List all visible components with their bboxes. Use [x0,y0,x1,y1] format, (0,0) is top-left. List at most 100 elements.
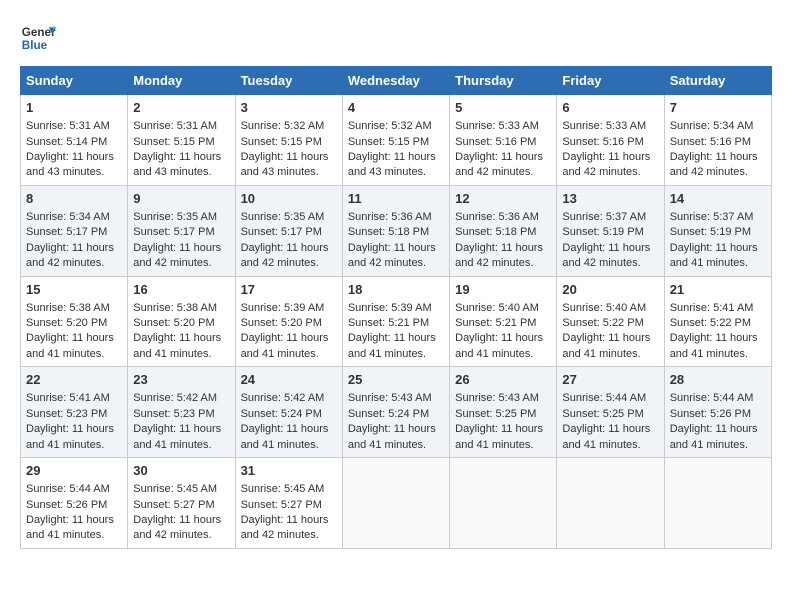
calendar-cell: 7 Sunrise: 5:34 AM Sunset: 5:16 PM Daylight… [664,95,771,186]
sunset-text: Sunset: 5:17 PM [241,226,322,238]
calendar-cell: 28 Sunrise: 5:44 AM Sunset: 5:26 PM Dayligh… [664,367,771,458]
day-number: 28 [670,371,766,389]
sunset-text: Sunset: 5:27 PM [133,499,214,511]
daylight-text: Daylight: 11 hours and 41 minutes. [26,423,114,450]
sunrise-text: Sunrise: 5:34 AM [670,120,754,132]
daylight-text: Daylight: 11 hours and 42 minutes. [241,242,329,269]
calendar-cell [664,458,771,549]
calendar-cell: 6Sunrise: 5:33 AMSunset: 5:16 PMDaylight… [557,95,664,186]
day-number: 30 [133,462,229,480]
calendar-cell: 8Sunrise: 5:34 AMSunset: 5:17 PMDaylight… [21,185,128,276]
calendar-cell [557,458,664,549]
daylight-text: Daylight: 11 hours and 42 minutes. [670,151,758,178]
daylight-text: Daylight: 11 hours and 43 minutes. [133,151,221,178]
sunset-text: Sunset: 5:26 PM [26,499,107,511]
sunset-text: Sunset: 5:23 PM [133,408,214,420]
calendar-cell: 3Sunrise: 5:32 AMSunset: 5:15 PMDaylight… [235,95,342,186]
sunrise-text: Sunrise: 5:33 AM [562,120,646,132]
calendar-cell: 29Sunrise: 5:44 AMSunset: 5:26 PMDayligh… [21,458,128,549]
daylight-text: Daylight: 11 hours and 41 minutes. [670,423,758,450]
day-number: 9 [133,190,229,208]
sunset-text: Sunset: 5:17 PM [26,226,107,238]
calendar-week-row: 22Sunrise: 5:41 AMSunset: 5:23 PMDayligh… [21,367,772,458]
daylight-text: Daylight: 11 hours and 42 minutes. [241,514,329,541]
sunrise-text: Sunrise: 5:34 AM [26,211,110,223]
calendar-cell: 2 Sunrise: 5:31 AM Sunset: 5:15 PM Daylight… [128,95,235,186]
day-number: 16 [133,281,229,299]
sunset-text: Sunset: 5:26 PM [670,408,751,420]
sunrise-text: Sunrise: 5:44 AM [562,392,646,404]
day-number: 4 [348,99,444,117]
sunrise-text: Sunrise: 5:36 AM [348,211,432,223]
sunset-text: Sunset: 5:19 PM [562,226,643,238]
calendar-cell [342,458,449,549]
logo-icon: General Blue [20,20,56,56]
calendar-cell [450,458,557,549]
daylight-text: Daylight: 11 hours and 42 minutes. [562,151,650,178]
day-number: 25 [348,371,444,389]
sunrise-text: Sunrise: 5:32 AM [241,120,325,132]
day-number: 2 [133,99,229,117]
calendar-cell: 4Sunrise: 5:32 AMSunset: 5:15 PMDaylight… [342,95,449,186]
calendar-cell: 13 Sunrise: 5:37 AM Sunset: 5:19 PM Dayligh… [557,185,664,276]
sunrise-text: Sunrise: 5:32 AM [348,120,432,132]
sunset-text: Sunset: 5:15 PM [133,136,214,148]
logo: General Blue [20,20,56,56]
calendar-cell: 23Sunrise: 5:42 AMSunset: 5:23 PMDayligh… [128,367,235,458]
day-number: 23 [133,371,229,389]
sunrise-text: Sunrise: 5:37 AM [562,211,646,223]
day-number: 7 [670,99,766,117]
sunset-text: Sunset: 5:18 PM [455,226,536,238]
daylight-text: Daylight: 11 hours and 41 minutes. [348,423,436,450]
daylight-text: Daylight: 11 hours and 41 minutes. [241,423,329,450]
sunset-text: Sunset: 5:16 PM [670,136,751,148]
daylight-text: Daylight: 11 hours and 41 minutes. [670,242,758,269]
calendar-table: SundayMondayTuesdayWednesdayThursdayFrid… [20,66,772,549]
calendar-cell: 14Sunrise: 5:37 AMSunset: 5:19 PMDayligh… [664,185,771,276]
daylight-text: Daylight: 11 hours and 43 minutes. [348,151,436,178]
sunset-text: Sunset: 5:17 PM [133,226,214,238]
daylight-text: Daylight: 11 hours and 41 minutes. [26,332,114,359]
calendar-cell: 11Sunrise: 5:36 AMSunset: 5:18 PMDayligh… [342,185,449,276]
day-number: 5 [455,99,551,117]
sunrise-text: Sunrise: 5:39 AM [348,302,432,314]
daylight-text: Daylight: 11 hours and 41 minutes. [348,332,436,359]
calendar-cell: 10Sunrise: 5:35 AMSunset: 5:17 PMDayligh… [235,185,342,276]
daylight-text: Daylight: 11 hours and 43 minutes. [26,151,114,178]
calendar-cell: 17Sunrise: 5:39 AMSunset: 5:20 PMDayligh… [235,276,342,367]
sunset-text: Sunset: 5:16 PM [455,136,536,148]
day-of-week-header: Monday [128,67,235,95]
daylight-text: Daylight: 11 hours and 42 minutes. [455,242,543,269]
sunset-text: Sunset: 5:25 PM [455,408,536,420]
calendar-cell: 25Sunrise: 5:43 AMSunset: 5:24 PMDayligh… [342,367,449,458]
sunset-text: Sunset: 5:27 PM [241,499,322,511]
day-number: 19 [455,281,551,299]
sunrise-text: Sunrise: 5:42 AM [133,392,217,404]
sunrise-text: Sunrise: 5:33 AM [455,120,539,132]
day-number: 13 [562,190,658,208]
sunset-text: Sunset: 5:16 PM [562,136,643,148]
calendar-cell: 1Sunrise: 5:31 AMSunset: 5:14 PMDaylight… [21,95,128,186]
calendar-week-row: 1Sunrise: 5:31 AMSunset: 5:14 PMDaylight… [21,95,772,186]
day-number: 8 [26,190,122,208]
day-of-week-header: Wednesday [342,67,449,95]
daylight-text: Daylight: 11 hours and 41 minutes. [241,332,329,359]
day-number: 11 [348,190,444,208]
daylight-text: Daylight: 11 hours and 41 minutes. [562,332,650,359]
daylight-text: Daylight: 11 hours and 42 minutes. [562,242,650,269]
sunrise-text: Sunrise: 5:38 AM [26,302,110,314]
calendar-cell: 30Sunrise: 5:45 AMSunset: 5:27 PMDayligh… [128,458,235,549]
sunrise-text: Sunrise: 5:45 AM [133,483,217,495]
daylight-text: Daylight: 11 hours and 41 minutes. [455,332,543,359]
day-of-week-header: Saturday [664,67,771,95]
sunrise-text: Sunrise: 5:35 AM [133,211,217,223]
calendar-week-row: 15Sunrise: 5:38 AMSunset: 5:20 PMDayligh… [21,276,772,367]
sunrise-text: Sunrise: 5:31 AM [26,120,110,132]
day-of-week-header: Friday [557,67,664,95]
day-number: 18 [348,281,444,299]
sunrise-text: Sunrise: 5:31 AM [133,120,217,132]
sunrise-text: Sunrise: 5:44 AM [670,392,754,404]
day-number: 27 [562,371,658,389]
day-number: 14 [670,190,766,208]
day-number: 10 [241,190,337,208]
